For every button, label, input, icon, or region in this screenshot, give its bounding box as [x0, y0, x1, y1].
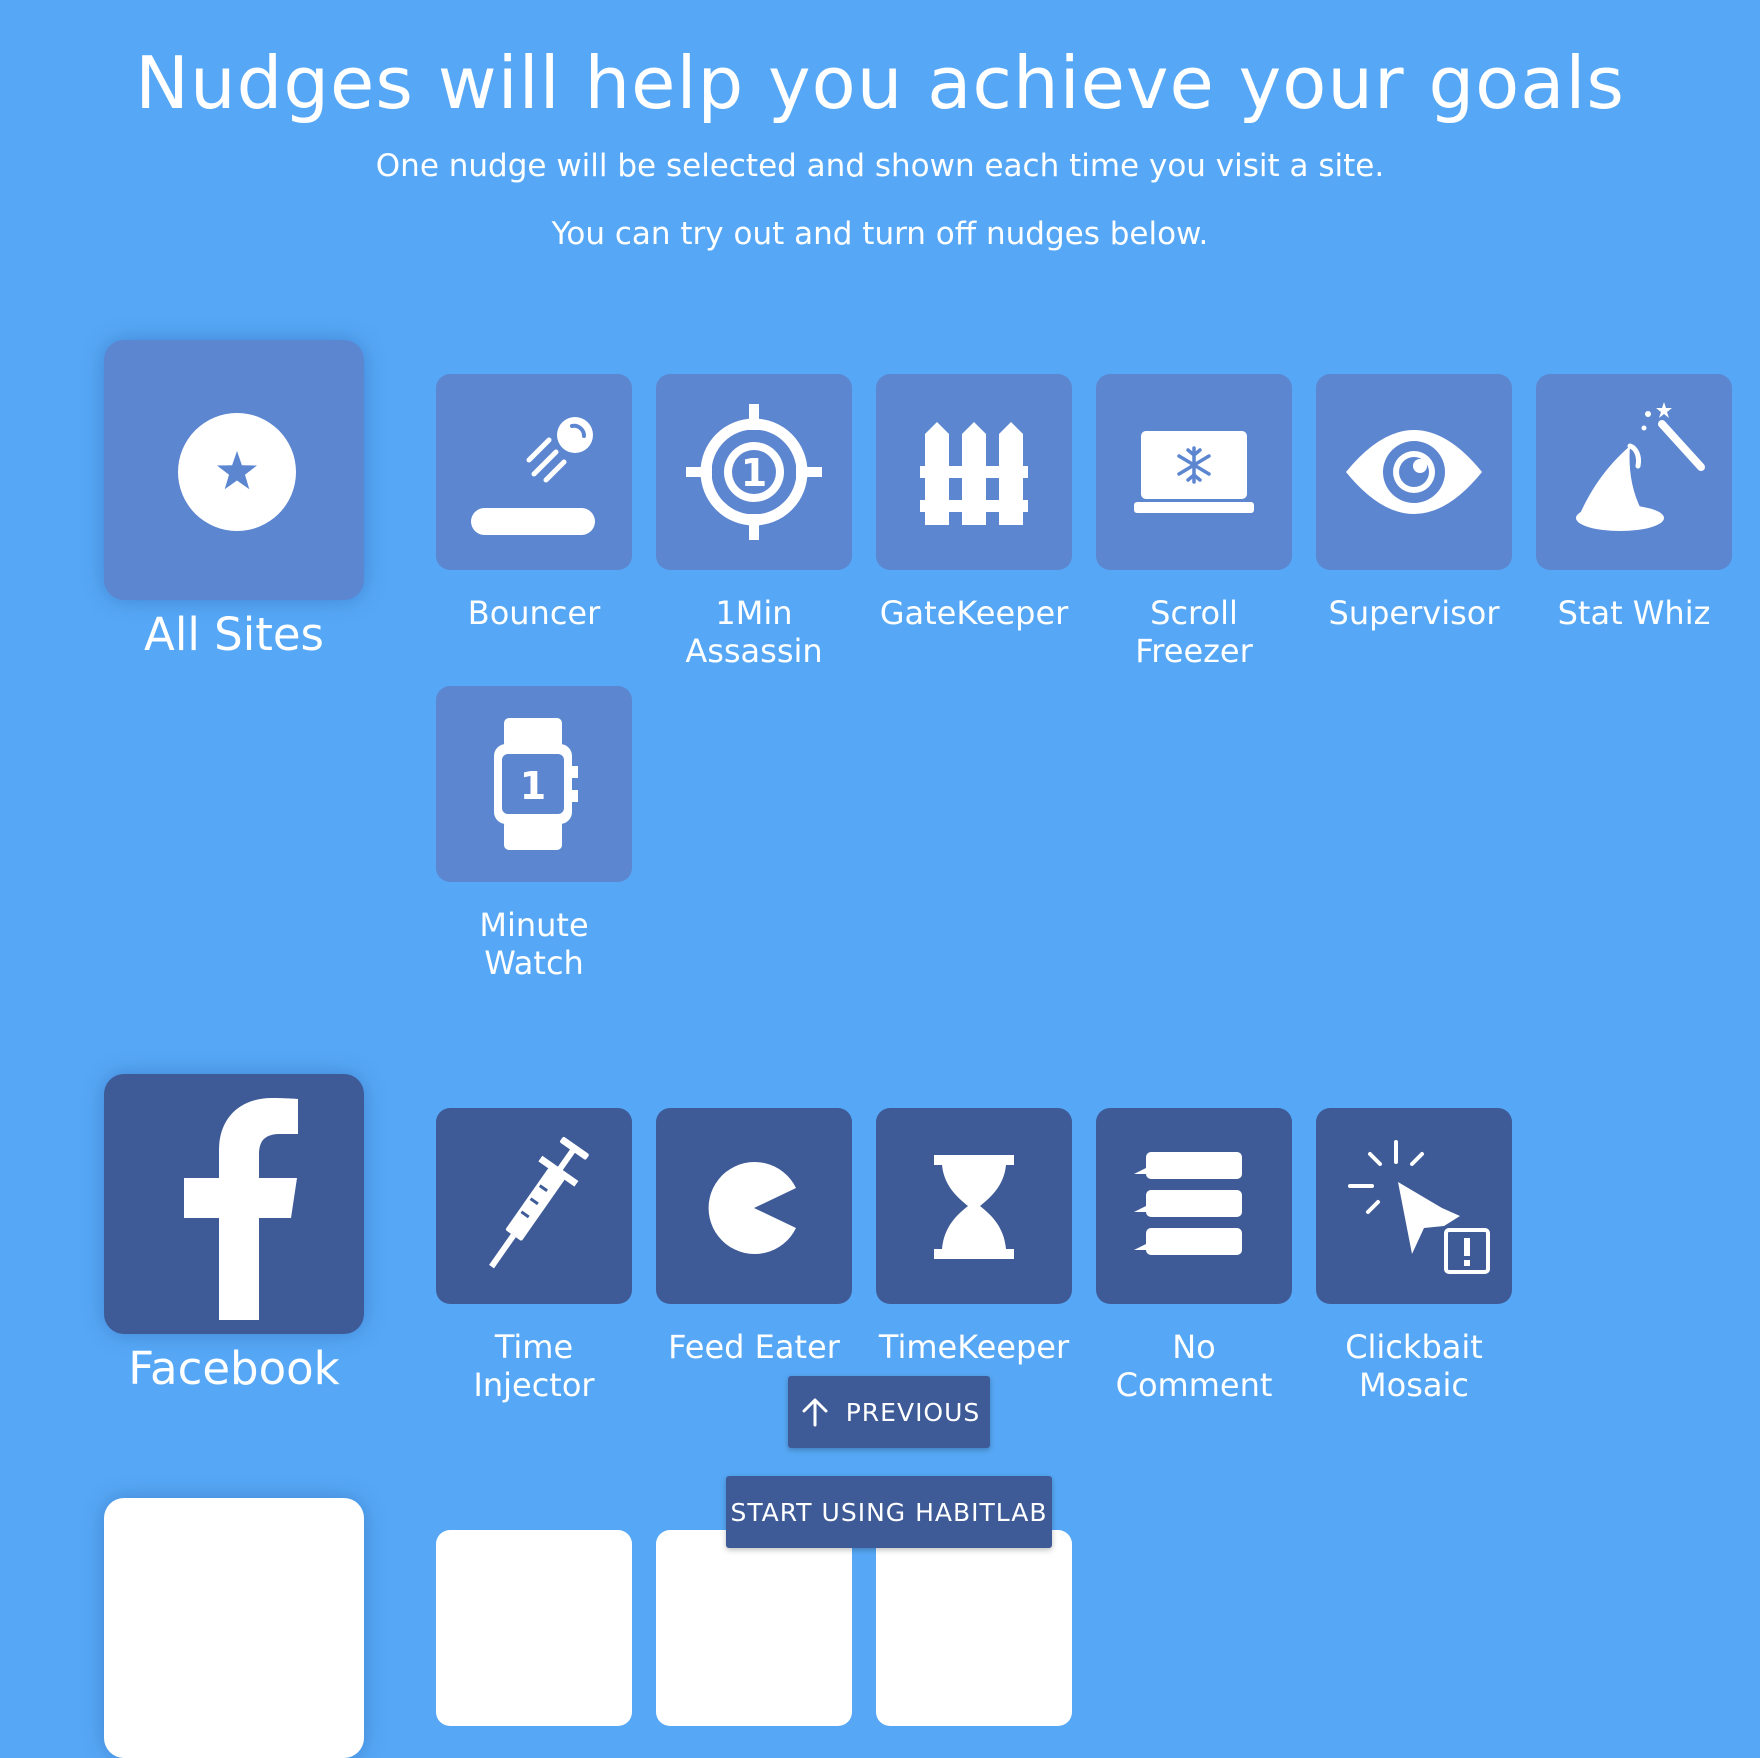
frozen-laptop-icon: [1134, 431, 1254, 513]
previous-button[interactable]: PREVIOUS: [788, 1376, 990, 1448]
smartwatch-icon: 1: [494, 718, 578, 850]
syringe-icon: [489, 1136, 589, 1269]
nudge-tile-1min-assassin[interactable]: 1: [656, 374, 852, 570]
page-subtitle-secondary: You can try out and turn off nudges belo…: [551, 216, 1209, 252]
nudge-tile-scroll-freezer[interactable]: [1096, 374, 1292, 570]
site-tile-all-sites[interactable]: [104, 340, 364, 600]
star-circle-icon: [178, 413, 296, 531]
pacman-icon: [708, 1162, 796, 1254]
hourglass-icon: [934, 1155, 1014, 1259]
nudge-tile-timekeeper[interactable]: [876, 1108, 1072, 1304]
start-button-label: START USING HABITLAB: [730, 1497, 1048, 1527]
site-label-facebook: Facebook: [128, 1342, 340, 1395]
nudge-label-scroll-freezer: Scroll Freezer: [1135, 594, 1253, 670]
facebook-icon: [184, 1098, 298, 1320]
nudge-label-bouncer: Bouncer: [467, 594, 601, 632]
nudge-label-clickbait-mosaic: Clickbait Mosaic: [1345, 1328, 1483, 1404]
nudge-tile-next-2[interactable]: [656, 1530, 852, 1726]
nudge-tile-no-comment[interactable]: [1096, 1108, 1292, 1304]
nudge-tile-supervisor[interactable]: [1316, 374, 1512, 570]
bouncer-icon: [471, 417, 595, 535]
nudge-label-stat-whiz: Stat Whiz: [1557, 594, 1711, 632]
nudge-label-gatekeeper: GateKeeper: [879, 594, 1069, 632]
nudge-label-timekeeper: TimeKeeper: [878, 1328, 1070, 1366]
nudge-label-supervisor: Supervisor: [1328, 594, 1500, 632]
crosshair-icon: 1: [686, 404, 822, 540]
nudge-label-no-comment: No Comment: [1115, 1328, 1273, 1404]
page-subtitle: One nudge will be selected and shown eac…: [375, 148, 1385, 184]
wizard-hat-icon: [1576, 402, 1705, 531]
nudge-tile-next-1[interactable]: [436, 1530, 632, 1726]
site-tile-next[interactable]: [104, 1498, 364, 1758]
comments-icon: [1134, 1152, 1242, 1255]
previous-button-label: PREVIOUS: [845, 1397, 981, 1427]
svg-text:1: 1: [741, 451, 767, 495]
nudge-tile-gatekeeper[interactable]: [876, 374, 1072, 570]
site-tile-facebook[interactable]: [104, 1074, 364, 1334]
clickbait-cursor-icon: [1348, 1140, 1490, 1274]
nudge-tile-minute-watch[interactable]: 1: [436, 686, 632, 882]
arrow-up-icon: [802, 1398, 828, 1427]
svg-text:1: 1: [520, 764, 546, 808]
nudge-label-1min-assassin: 1Min Assassin: [685, 594, 823, 670]
eye-icon: [1346, 430, 1482, 514]
nudge-tile-clickbait-mosaic[interactable]: [1316, 1108, 1512, 1304]
start-using-habitlab-button[interactable]: START USING HABITLAB: [726, 1476, 1052, 1548]
nudge-tile-stat-whiz[interactable]: [1536, 374, 1732, 570]
site-label-all-sites: All Sites: [144, 608, 324, 661]
fence-icon: [920, 422, 1028, 525]
nudge-tile-next-3[interactable]: [876, 1530, 1072, 1726]
nudge-tile-bouncer[interactable]: [436, 374, 632, 570]
nudge-label-feed-eater: Feed Eater: [668, 1328, 840, 1366]
nudge-tile-time-injector[interactable]: [436, 1108, 632, 1304]
nudge-tile-feed-eater[interactable]: [656, 1108, 852, 1304]
nudge-label-time-injector: Time Injector: [473, 1328, 595, 1404]
page-title: Nudges will help you achieve your goals: [135, 41, 1625, 125]
nudge-label-minute-watch: Minute Watch: [479, 906, 589, 982]
